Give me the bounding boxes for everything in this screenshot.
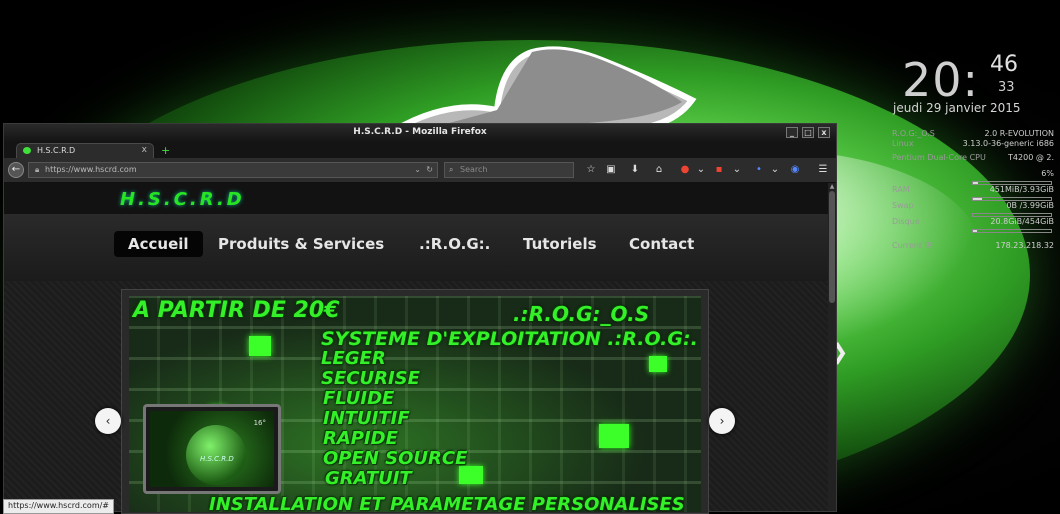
conky-value: T4200 @ 2.: [1008, 153, 1054, 162]
maximize-button[interactable]: □: [802, 127, 814, 138]
site-logo[interactable]: H.S.C.R.D: [120, 189, 245, 210]
reload-icon[interactable]: ↻: [426, 163, 433, 177]
conky-row: RAM 451MiB/3.93GiB: [892, 184, 1054, 196]
slide-bottom-text: INSTALLATION ET PARAMETAGE PERSONALISES: [209, 494, 685, 512]
site-header: H.S.C.R.D: [4, 183, 828, 214]
bookmark-star-icon[interactable]: ☆: [584, 163, 598, 177]
bar-fill: [973, 230, 977, 232]
conky-value: 20.8GiB/454GiB: [990, 217, 1054, 226]
search-icon: ⌕: [449, 165, 454, 174]
laptop-screen-title: H.S.C.R.D: [200, 455, 234, 463]
conky-value: 178.23.218.32: [995, 241, 1054, 250]
close-window-button[interactable]: x: [818, 127, 830, 138]
url-dropdown-icon[interactable]: ⌄: [414, 163, 421, 177]
clock-minute: 46: [990, 52, 1018, 77]
nav-contact[interactable]: Contact: [629, 231, 694, 257]
chevron-down-icon[interactable]: ⌄: [730, 163, 744, 177]
conky-value: 6%: [1041, 169, 1054, 178]
conky-key: Linux: [892, 139, 914, 148]
minimize-button[interactable]: _: [786, 127, 798, 138]
lock-icon: 🔒︎: [35, 165, 40, 174]
addon-flag-icon[interactable]: ▪: [712, 163, 726, 177]
conky-row: Pentium Dual-Core CPU T4200 @ 2.: [892, 152, 1054, 164]
conky-key: Swap: [892, 201, 914, 210]
addon-red-icon[interactable]: ●: [678, 163, 692, 177]
slider-prev-button[interactable]: ‹: [95, 408, 121, 434]
clock-date: jeudi 29 janvier 2015: [893, 101, 1021, 115]
scroll-up-icon[interactable]: ▲: [828, 183, 836, 190]
nav-accueil[interactable]: Accueil: [114, 231, 203, 257]
conky-key: RAM: [892, 185, 910, 194]
conky-row: Disque 20.8GiB/454GiB: [892, 216, 1054, 228]
clock-hour: 20:: [902, 53, 980, 107]
favicon-icon: [23, 147, 31, 154]
navigation-toolbar: ← 🔒︎ https://www.hscrd.com ⌄ ↻ ⌕ Search …: [4, 158, 836, 183]
nav-tutoriels[interactable]: Tutoriels: [523, 231, 597, 257]
conky-value: 3.13.0-36-generic i686: [962, 139, 1054, 148]
tab-bar: H.S.C.R.D x +: [4, 141, 836, 158]
vertical-scrollbar[interactable]: ▲: [828, 183, 836, 511]
new-tab-button[interactable]: +: [161, 144, 170, 157]
slide-feature: OPEN SOURCE: [323, 448, 468, 469]
nav-rog[interactable]: .:R.O.G:.: [419, 231, 490, 257]
addon-eye-icon[interactable]: ◉: [788, 163, 802, 177]
slide-price: A PARTIR DE 20€: [133, 298, 340, 323]
scrollbar-thumb[interactable]: [829, 191, 835, 303]
back-button[interactable]: ←: [8, 162, 24, 178]
window-title: H.S.C.R.D - Mozilla Firefox: [353, 127, 487, 137]
conky-value: 0B /3.99GiB: [1006, 201, 1054, 210]
chevron-down-icon[interactable]: ⌄: [768, 163, 782, 177]
decor-block: [249, 336, 271, 356]
slide-feature: GRATUIT: [325, 468, 412, 489]
conky-value: 451MiB/3.93GiB: [989, 185, 1054, 194]
download-icon[interactable]: ⬇: [628, 163, 642, 177]
search-input[interactable]: ⌕ Search: [444, 162, 574, 178]
slide-feature: SECURISE: [321, 368, 420, 389]
decor-block: [599, 424, 629, 448]
nav-produits-services[interactable]: Produits & Services: [218, 231, 384, 257]
conky-row: Current IP: 178.23.218.32: [892, 240, 1054, 252]
laptop-image: H.S.C.R.D 16°: [143, 404, 281, 494]
conky-row: Linux 3.13.0-36-generic i686: [892, 138, 1054, 150]
disk-usage-bar: [972, 229, 1052, 233]
conky-row: Swap 0B /3.99GiB: [892, 200, 1054, 212]
window-titlebar[interactable]: H.S.C.R.D - Mozilla Firefox _ □ x: [4, 124, 836, 141]
tab-hscrd[interactable]: H.S.C.R.D x: [16, 143, 154, 158]
reading-list-icon[interactable]: ▣: [604, 163, 618, 177]
slide-feature: LEGER: [321, 348, 386, 369]
close-tab-icon[interactable]: x: [142, 144, 147, 157]
laptop-screen: H.S.C.R.D 16°: [150, 411, 274, 487]
slide-feature: FLUIDE: [323, 388, 395, 409]
slide-os-name: .:R.O.G:_O.S: [513, 302, 650, 326]
conky-key: Pentium Dual-Core CPU: [892, 153, 986, 162]
slider-next-button[interactable]: ›: [709, 408, 735, 434]
tab-label: H.S.C.R.D: [37, 146, 76, 155]
slide-image[interactable]: A PARTIR DE 20€ .:R.O.G:_O.S SYSTEME D'E…: [129, 296, 701, 512]
chevron-down-icon[interactable]: ⌄: [694, 163, 708, 177]
site-navigation: Accueil Produits & Services .:R.O.G:. Tu…: [4, 214, 828, 281]
clock-second: 33: [998, 80, 1015, 95]
slide-feature: INTUITIF: [323, 408, 410, 429]
url-text: https://www.hscrd.com: [45, 165, 137, 174]
laptop-screen-temp: 16°: [253, 419, 266, 427]
addon-dot-icon[interactable]: •: [752, 163, 766, 177]
menu-icon[interactable]: ☰: [816, 163, 830, 177]
search-placeholder: Search: [460, 165, 488, 174]
conky-key: Current IP:: [892, 241, 935, 250]
slide-subtitle: SYSTEME D'EXPLOITATION .:R.O.G:.: [321, 328, 698, 350]
conky-row: 6%: [892, 168, 1054, 180]
conky-key: Disque: [892, 217, 920, 226]
url-bar[interactable]: 🔒︎ https://www.hscrd.com ⌄ ↻: [28, 162, 438, 178]
home-icon[interactable]: ⌂: [652, 163, 666, 177]
decor-block: [649, 356, 667, 372]
slide-feature: RAPIDE: [323, 428, 398, 449]
